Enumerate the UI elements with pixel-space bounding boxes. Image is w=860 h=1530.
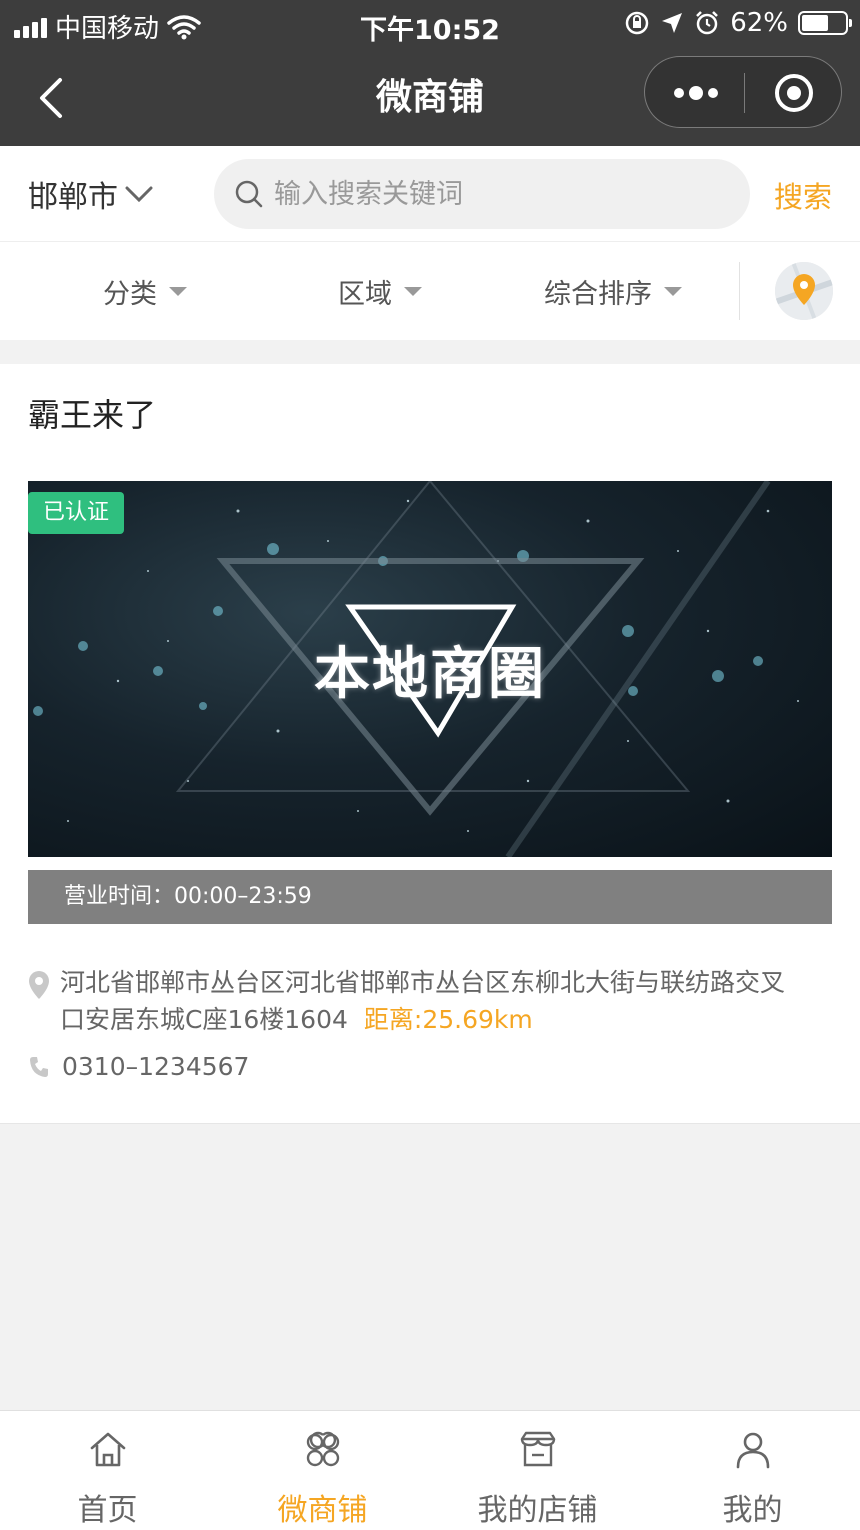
address-text: 河北省邯郸市丛台区河北省邯郸市丛台区东柳北大街与联纺路交叉口安居东城C座16楼1… bbox=[60, 964, 800, 1038]
verified-badge: 已认证 bbox=[28, 492, 124, 534]
status-bar: 中国移动 下午10:52 62% bbox=[0, 0, 860, 48]
navigation-bar: 微商铺 bbox=[0, 48, 860, 146]
search-button[interactable]: 搜索 bbox=[774, 174, 832, 216]
map-pin-icon bbox=[775, 262, 833, 320]
tab-label: 我的 bbox=[722, 1493, 783, 1528]
tab-label: 首页 bbox=[77, 1493, 138, 1528]
shop-name: 霸王来了 bbox=[28, 396, 157, 434]
caret-down-icon bbox=[169, 287, 187, 296]
distance-value: 距离:25.69km bbox=[363, 1005, 533, 1034]
store-icon bbox=[520, 1431, 556, 1467]
phone-icon bbox=[30, 1056, 48, 1077]
filter-bar: 分类 区域 综合排序 bbox=[0, 242, 860, 340]
alarm-icon bbox=[696, 11, 719, 35]
city-label: 邯郸市 bbox=[28, 180, 118, 215]
business-hours: 营业时间：00:00–23:59 bbox=[28, 870, 832, 924]
battery-percent: 62% bbox=[730, 8, 788, 38]
top-bar: 中国移动 下午10:52 62% 微商铺 bbox=[0, 0, 860, 146]
caret-down-icon bbox=[664, 287, 682, 296]
mini-program-capsule bbox=[644, 56, 842, 128]
tab-my-store[interactable]: 我的店铺 bbox=[430, 1411, 645, 1530]
search-area: 邯郸市 搜索 bbox=[0, 146, 860, 242]
city-selector[interactable]: 邯郸市 bbox=[28, 172, 154, 216]
search-box bbox=[214, 159, 750, 229]
more-button[interactable] bbox=[645, 57, 744, 129]
tab-label: 我的店铺 bbox=[477, 1493, 598, 1528]
shop-banner-image[interactable]: 本地商圈 bbox=[28, 481, 832, 857]
tab-bar: 首页 微商铺 我的店铺 我的 bbox=[0, 1410, 860, 1530]
user-icon bbox=[736, 1432, 770, 1469]
filter-label: 分类 bbox=[103, 279, 157, 310]
tab-microshop[interactable]: 微商铺 bbox=[215, 1411, 430, 1530]
tab-mine[interactable]: 我的 bbox=[645, 1411, 860, 1530]
clover-icon bbox=[306, 1431, 340, 1467]
tab-label: 微商铺 bbox=[277, 1493, 368, 1528]
status-right: 62% bbox=[624, 8, 852, 38]
shop-card[interactable]: 霸王来了 本地商圈 已认证 营业时间：00:00–23:59 河北省邯郸市丛台区… bbox=[0, 364, 860, 1124]
search-icon bbox=[235, 180, 263, 208]
battery-icon bbox=[798, 11, 852, 35]
tab-home[interactable]: 首页 bbox=[0, 1411, 215, 1530]
rotation-lock-icon bbox=[625, 11, 649, 35]
phone-number: 0310–1234567 bbox=[62, 1052, 250, 1081]
banner-title: 本地商圈 bbox=[314, 642, 546, 707]
filter-sort[interactable]: 综合排序 bbox=[544, 272, 682, 311]
chevron-down-icon bbox=[125, 186, 153, 203]
search-input[interactable] bbox=[274, 178, 714, 210]
close-mini-program-button[interactable] bbox=[745, 57, 843, 129]
filter-label: 综合排序 bbox=[544, 279, 652, 310]
address-row[interactable]: 河北省邯郸市丛台区河北省邯郸市丛台区东柳北大街与联纺路交叉口安居东城C座16楼1… bbox=[28, 964, 818, 1038]
home-icon bbox=[90, 1432, 126, 1467]
phone-row[interactable]: 0310–1234567 bbox=[28, 1052, 249, 1081]
caret-down-icon bbox=[404, 287, 422, 296]
filter-divider bbox=[739, 262, 740, 320]
location-pin-icon bbox=[29, 971, 49, 999]
target-close-icon bbox=[775, 74, 813, 112]
filter-label: 区域 bbox=[338, 279, 392, 310]
location-arrow-icon bbox=[662, 13, 683, 33]
filter-category[interactable]: 分类 bbox=[103, 272, 187, 311]
more-dots-icon bbox=[674, 86, 718, 100]
map-button[interactable] bbox=[775, 262, 833, 320]
filter-area[interactable]: 区域 bbox=[338, 272, 422, 311]
